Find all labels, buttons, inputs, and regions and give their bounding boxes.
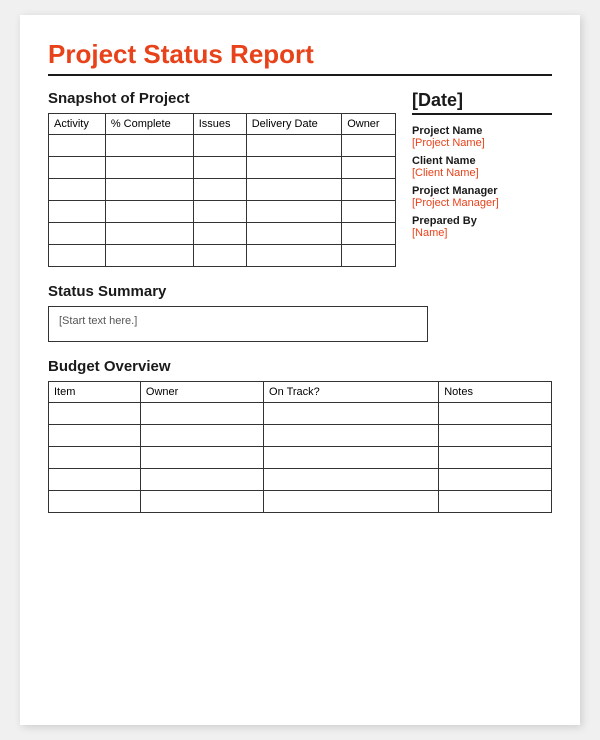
budget-section: Budget Overview Item Owner On Track? Not… xyxy=(48,358,552,513)
snapshot-col-delivery: Delivery Date xyxy=(246,114,341,135)
budget-cell xyxy=(439,447,552,469)
client-name-value: [Client Name] xyxy=(412,167,552,179)
budget-cell xyxy=(140,469,263,491)
snapshot-cell xyxy=(246,245,341,267)
budget-cell xyxy=(264,425,439,447)
prepared-by-value: [Name] xyxy=(412,227,552,239)
prepared-by-label: Prepared By xyxy=(412,215,552,227)
budget-cell xyxy=(264,491,439,513)
snapshot-row xyxy=(49,157,396,179)
budget-row xyxy=(49,403,552,425)
status-summary-title: Status Summary xyxy=(48,283,552,300)
snapshot-cell xyxy=(49,157,106,179)
snapshot-cell xyxy=(342,245,396,267)
snapshot-cell xyxy=(246,135,341,157)
budget-cell xyxy=(49,447,141,469)
budget-cell xyxy=(49,491,141,513)
right-section: [Date] Project Name [Project Name] Clien… xyxy=(412,90,552,241)
snapshot-row xyxy=(49,245,396,267)
snapshot-cell xyxy=(49,135,106,157)
snapshot-table: Activity % Complete Issues Delivery Date… xyxy=(48,113,396,267)
date-placeholder: [Date] xyxy=(412,90,552,111)
budget-table: Item Owner On Track? Notes xyxy=(48,381,552,513)
budget-cell xyxy=(49,469,141,491)
budget-col-ontrack: On Track? xyxy=(264,382,439,403)
snapshot-cell xyxy=(105,179,193,201)
budget-cell xyxy=(49,403,141,425)
snapshot-cell xyxy=(342,223,396,245)
budget-cell xyxy=(140,425,263,447)
snapshot-cell xyxy=(193,245,246,267)
snapshot-cell xyxy=(105,245,193,267)
snapshot-row xyxy=(49,135,396,157)
snapshot-cell xyxy=(342,179,396,201)
snapshot-cell xyxy=(246,223,341,245)
status-summary-section: Status Summary [Start text here.] xyxy=(48,283,552,342)
snapshot-cell xyxy=(342,157,396,179)
snapshot-cell xyxy=(105,201,193,223)
budget-col-item: Item xyxy=(49,382,141,403)
snapshot-cell xyxy=(105,135,193,157)
status-summary-placeholder: [Start text here.] xyxy=(59,315,137,327)
snapshot-col-issues: Issues xyxy=(193,114,246,135)
client-name-label: Client Name xyxy=(412,155,552,167)
snapshot-cell xyxy=(49,223,106,245)
budget-col-owner: Owner xyxy=(140,382,263,403)
budget-cell xyxy=(140,447,263,469)
budget-row xyxy=(49,491,552,513)
budget-cell xyxy=(439,469,552,491)
snapshot-col-activity: Activity xyxy=(49,114,106,135)
snapshot-cell xyxy=(342,201,396,223)
snapshot-cell xyxy=(193,223,246,245)
project-name-value: [Project Name] xyxy=(412,137,552,149)
snapshot-col-complete: % Complete xyxy=(105,114,193,135)
snapshot-cell xyxy=(342,135,396,157)
page: Project Status Report Snapshot of Projec… xyxy=(20,15,580,725)
snapshot-cell xyxy=(246,157,341,179)
left-section: Snapshot of Project Activity % Complete … xyxy=(48,90,396,267)
snapshot-cell xyxy=(49,245,106,267)
budget-title: Budget Overview xyxy=(48,358,552,375)
snapshot-row xyxy=(49,179,396,201)
snapshot-title: Snapshot of Project xyxy=(48,90,396,107)
project-name-label: Project Name xyxy=(412,125,552,137)
project-manager-label: Project Manager xyxy=(412,185,552,197)
budget-cell xyxy=(439,425,552,447)
budget-col-notes: Notes xyxy=(439,382,552,403)
budget-cell xyxy=(140,491,263,513)
snapshot-header-row: Activity % Complete Issues Delivery Date… xyxy=(49,114,396,135)
snapshot-col-owner: Owner xyxy=(342,114,396,135)
snapshot-cell xyxy=(193,157,246,179)
snapshot-cell xyxy=(49,179,106,201)
main-content-row: Snapshot of Project Activity % Complete … xyxy=(48,90,552,267)
snapshot-cell xyxy=(49,201,106,223)
snapshot-cell xyxy=(105,157,193,179)
snapshot-cell xyxy=(193,201,246,223)
title-divider xyxy=(48,74,552,76)
snapshot-cell xyxy=(105,223,193,245)
budget-cell xyxy=(264,447,439,469)
snapshot-cell xyxy=(246,179,341,201)
budget-cell xyxy=(439,491,552,513)
project-manager-value: [Project Manager] xyxy=(412,197,552,209)
status-summary-box[interactable]: [Start text here.] xyxy=(48,306,428,342)
budget-cell xyxy=(439,403,552,425)
snapshot-cell xyxy=(246,201,341,223)
budget-row xyxy=(49,447,552,469)
budget-cell xyxy=(49,425,141,447)
budget-header-row: Item Owner On Track? Notes xyxy=(49,382,552,403)
snapshot-row xyxy=(49,223,396,245)
snapshot-cell xyxy=(193,135,246,157)
budget-row xyxy=(49,425,552,447)
date-underline xyxy=(412,113,552,115)
page-title: Project Status Report xyxy=(48,39,552,70)
snapshot-cell xyxy=(193,179,246,201)
budget-cell xyxy=(264,403,439,425)
snapshot-row xyxy=(49,201,396,223)
budget-cell xyxy=(140,403,263,425)
budget-row xyxy=(49,469,552,491)
budget-cell xyxy=(264,469,439,491)
